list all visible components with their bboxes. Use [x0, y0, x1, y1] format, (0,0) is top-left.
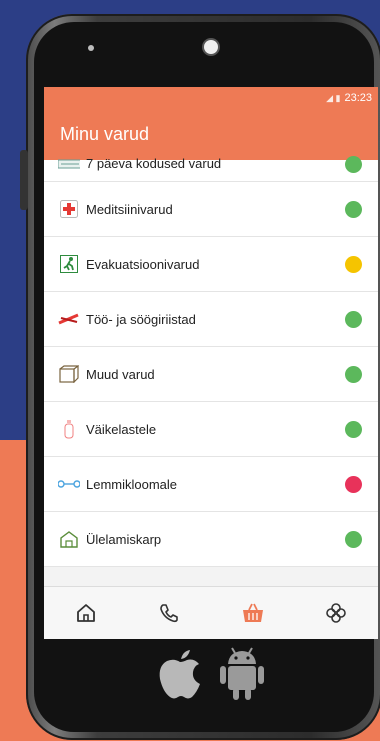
list-item[interactable]: Lemmikloomale	[44, 457, 378, 512]
phone-camera	[204, 40, 218, 54]
list-item-label: Muud varud	[86, 366, 155, 382]
tools-cutlery-icon	[58, 308, 80, 330]
supply-list: 7 päeva kodused varud Meditsiinivarud Ev…	[44, 155, 378, 567]
list-item-label: Evakuatsioonivarud	[86, 256, 200, 272]
phone-side-button	[20, 150, 28, 210]
evacuation-exit-icon	[58, 253, 80, 275]
status-dot-green	[345, 155, 362, 173]
clover-icon	[326, 603, 347, 623]
list-item-label: Väikelastele	[86, 421, 157, 437]
os-logos	[140, 640, 280, 710]
status-dot-green	[345, 201, 362, 218]
status-dot-green	[345, 531, 362, 548]
status-bar: ◢ ▮ 23:23	[44, 87, 378, 109]
list-item-label: 7 päeva kodused varud	[86, 156, 222, 171]
phone-sensor	[88, 45, 94, 51]
pet-bone-icon	[58, 473, 80, 495]
apple-logo-icon	[159, 650, 200, 699]
list-item[interactable]: Meditsiinivarud	[44, 182, 378, 237]
status-dot-red	[345, 476, 362, 493]
nav-home-button[interactable]	[71, 598, 101, 628]
list-item-label: Töö- ja söögiriistad	[86, 311, 196, 327]
list-item-label: Lemmikloomale	[86, 476, 178, 492]
status-dot-green	[345, 421, 362, 438]
nav-clover-button[interactable]	[321, 598, 351, 628]
bottom-navigation	[44, 586, 378, 639]
list-item[interactable]: Töö- ja söögiriistad	[44, 292, 378, 347]
nav-basket-button[interactable]	[238, 598, 268, 628]
android-logo-icon	[220, 647, 264, 700]
list-item[interactable]: Väikelastele	[44, 402, 378, 457]
list-item[interactable]: 7 päeva kodused varud	[44, 155, 378, 182]
page-title: Minu varud	[60, 124, 150, 144]
list-item-label: Meditsiinivarud	[86, 201, 173, 217]
list-item[interactable]: Ülelamiskarp	[44, 512, 378, 567]
basket-icon	[242, 603, 263, 622]
list-item-label: Ülelamiskarp	[86, 531, 162, 547]
status-dot-yellow	[345, 256, 362, 273]
baby-bottle-icon	[58, 418, 80, 440]
home-icon	[76, 604, 95, 622]
status-time: 23:23	[344, 92, 372, 104]
nav-phone-button[interactable]	[154, 598, 184, 628]
list-item[interactable]: Muud varud	[44, 347, 378, 402]
signal-icon: ◢ ▮	[326, 92, 341, 103]
list-item[interactable]: Evakuatsioonivarud	[44, 237, 378, 292]
house-stock-icon	[58, 153, 80, 175]
medical-cross-icon	[58, 198, 80, 220]
status-dot-green	[345, 366, 362, 383]
box-icon	[58, 363, 80, 385]
status-dot-green	[345, 311, 362, 328]
phone-icon	[160, 604, 179, 623]
app-screen: ◢ ▮ 23:23 Minu varud 7 päeva kodused var…	[44, 87, 378, 639]
survival-kit-icon	[58, 528, 80, 550]
